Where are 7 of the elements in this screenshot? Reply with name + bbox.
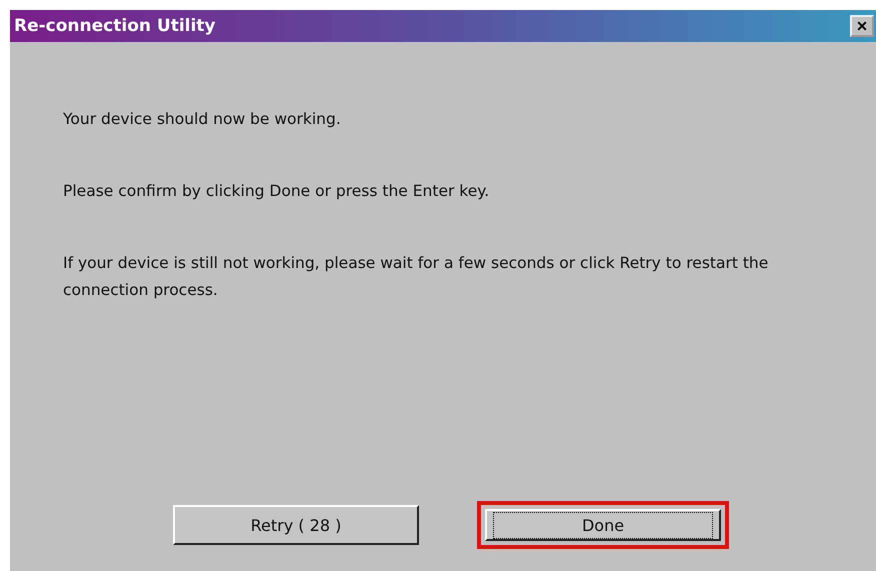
dialog-button[interactable]: Retry ( 28 ): [173, 505, 419, 545]
dialog-button[interactable]: Done: [485, 509, 721, 541]
message-text: If your device is still not working, please wait for a few seconds or click Retry to restart the connection process.: [63, 253, 770, 301]
message-text: Your device should now be working.: [63, 109, 342, 130]
window-title: Re-connection Utility: [14, 16, 216, 36]
close-button[interactable]: ×: [850, 15, 874, 37]
message-text: Please confirm by clicking Done or press the Enter key.: [63, 181, 490, 202]
